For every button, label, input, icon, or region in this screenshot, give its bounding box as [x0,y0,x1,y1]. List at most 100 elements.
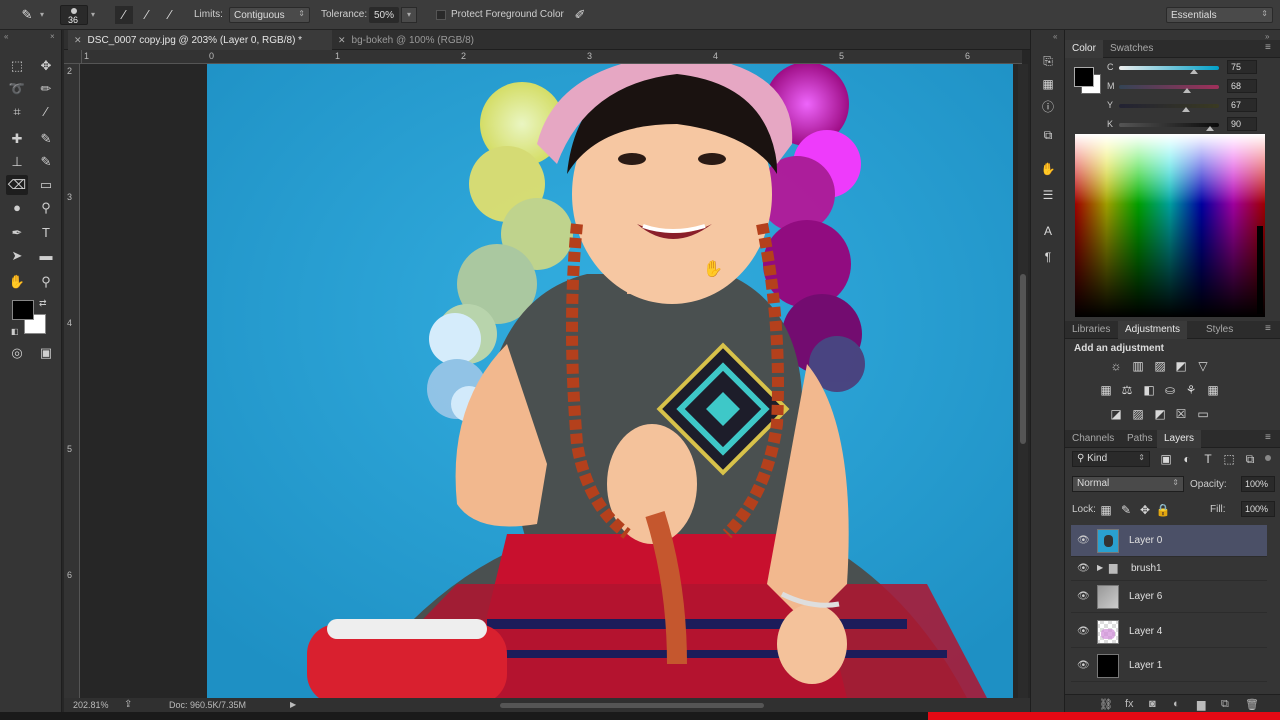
pressure-size-icon[interactable]: ✐ [571,6,589,24]
info-panel-icon[interactable]: ⓘ [1039,98,1057,116]
brush-preset-picker[interactable]: 36 [60,5,88,25]
horizontal-scrollbar-thumb[interactable] [500,703,764,708]
rectangle-tool-icon[interactable]: ▬ [35,246,57,266]
cyan-slider[interactable] [1119,66,1219,70]
visibility-eye-icon[interactable]: 👁 [1077,563,1090,574]
photo-filter-icon[interactable]: ⛀ [1161,381,1179,399]
filter-type-icon[interactable]: T [1199,450,1217,468]
brightness-contrast-icon[interactable]: ☼ [1107,357,1125,375]
layer-row-layer-1[interactable]: 👁 Layer 1 [1071,650,1267,682]
sampling-continuous-icon[interactable]: ⁄ [115,6,133,24]
panel-menu-icon[interactable]: ≡ [1265,323,1271,334]
filter-shape-icon[interactable]: ⬚ [1220,450,1238,468]
zoom-level[interactable]: 202.81% [73,700,109,710]
gradient-tool-icon[interactable]: ▭ [35,175,57,195]
gradient-map-icon[interactable]: ▭ [1194,405,1212,423]
black-slider[interactable] [1119,123,1219,127]
layer-row-brush1[interactable]: 👁 ▶ ▆ brush1 [1071,557,1267,581]
add-mask-icon[interactable]: ◙ [1149,698,1156,710]
tab-libraries[interactable]: Libraries [1065,321,1117,339]
magenta-slider-knob[interactable] [1183,88,1191,93]
posterize-icon[interactable]: ▨ [1129,405,1147,423]
tab-color[interactable]: Color [1065,40,1103,58]
quick-selection-tool-icon[interactable]: ✏ [35,79,57,99]
panel-foreground-swatch[interactable] [1074,67,1094,87]
close-tab-icon[interactable]: ✕ [74,35,82,45]
ruler-origin[interactable] [64,50,82,64]
tab-dsc-0007[interactable]: ✕ DSC_0007 copy.jpg @ 203% (Layer 0, RGB/… [68,30,332,50]
tab-styles[interactable]: Styles [1199,321,1240,339]
magenta-slider[interactable] [1119,85,1219,89]
export-icon[interactable]: ⇪ [124,699,132,710]
filter-toggle[interactable] [1265,455,1271,461]
tab-paths[interactable]: Paths [1120,430,1160,448]
vertical-scrollbar[interactable] [1018,64,1028,698]
layer-row-layer-6[interactable]: 👁 Layer 6 [1071,581,1267,613]
expand-panels-icon[interactable]: « [1053,32,1057,41]
new-group-icon[interactable]: ▆ [1197,698,1205,711]
tab-swatches[interactable]: Swatches [1103,40,1160,58]
brush-picker-arrow-icon[interactable]: ▾ [91,10,95,19]
pen-tool-icon[interactable]: ✒ [6,223,28,243]
marquee-tool-icon[interactable]: ⬚ [6,56,28,76]
exposure-icon[interactable]: ◩ [1172,357,1190,375]
filter-adjustment-icon[interactable]: ◐ [1178,450,1196,468]
visibility-eye-icon[interactable]: 👁 [1077,660,1090,671]
tab-adjustments[interactable]: Adjustments [1118,321,1188,339]
screen-mode-icon[interactable]: ▣ [35,343,57,363]
cyan-slider-knob[interactable] [1190,69,1198,74]
layer-row-layer-0[interactable]: 👁 Layer 0 [1071,525,1267,557]
curves-icon[interactable]: ▨ [1151,357,1169,375]
layer-row-layer-4[interactable]: 👁 Layer 4 [1071,616,1267,648]
threshold-icon[interactable]: ◩ [1151,405,1169,423]
layer-name[interactable]: Layer 1 [1129,660,1162,671]
brush-tool-icon[interactable]: ✎ [35,129,57,149]
character-panel-icon[interactable]: A [1039,222,1057,240]
black-value[interactable]: 90 [1227,117,1257,131]
color-lookup-icon[interactable]: ▦ [1204,381,1222,399]
lock-image-icon[interactable]: ✎ [1117,501,1135,519]
blend-mode-select[interactable]: Normal ⇕ [1072,476,1184,492]
color-balance-icon[interactable]: ⚖ [1118,381,1136,399]
cyan-value[interactable]: 75 [1227,60,1257,74]
magenta-value[interactable]: 68 [1227,79,1257,93]
yellow-slider[interactable] [1119,104,1219,108]
lasso-tool-icon[interactable]: ➰ [6,79,28,99]
filter-smart-object-icon[interactable]: ⧉ [1241,450,1259,468]
color-spectrum[interactable] [1075,134,1265,317]
lock-transparent-icon[interactable]: ▦ [1097,501,1115,519]
close-tab-icon[interactable]: ✕ [338,35,346,45]
tool-presets-panel-icon[interactable]: ☰ [1039,186,1057,204]
panel-menu-icon[interactable]: ≡ [1265,432,1271,443]
vertical-scrollbar-thumb[interactable] [1020,274,1026,444]
layer-filter-kind-select[interactable]: ⚲ Kind ⇕ [1072,451,1150,467]
crop-tool-icon[interactable]: ⌗ [6,102,28,122]
tool-preset-dropdown-icon[interactable]: ▾ [40,10,44,19]
tolerance-slider-arrow-icon[interactable]: ▾ [401,7,417,23]
sampling-background-swatch-icon[interactable]: ⁄ [161,6,179,24]
horizontal-ruler[interactable]: 1 0 1 2 3 4 5 6 [82,50,1022,64]
tolerance-input[interactable]: 50% [369,7,399,23]
tab-layers[interactable]: Layers [1157,430,1202,448]
selective-color-icon[interactable]: ☒ [1172,405,1190,423]
blur-tool-icon[interactable]: ● [6,198,28,218]
clone-stamp-tool-icon[interactable]: ⊥ [6,152,28,172]
channel-mixer-icon[interactable]: ⚘ [1182,381,1200,399]
sampling-once-icon[interactable]: ⁄ [138,6,156,24]
delete-layer-icon[interactable]: 🗑 [1245,698,1259,711]
path-selection-tool-icon[interactable]: ➤ [6,246,28,266]
move-tool-icon[interactable]: ✥ [35,56,57,76]
tab-bg-bokeh[interactable]: ✕ bg-bokeh @ 100% (RGB/8) [332,30,492,50]
hand-tool-icon[interactable]: ✋ [6,272,28,292]
vibrance-icon[interactable]: ▽ [1194,357,1212,375]
visibility-eye-icon[interactable]: 👁 [1077,535,1090,546]
lock-position-icon[interactable]: ✥ [1136,501,1154,519]
layer-name[interactable]: Layer 4 [1129,626,1162,637]
protect-fg-checkbox[interactable] [436,10,446,20]
layer-style-fx-icon[interactable]: fx [1125,698,1134,710]
invert-icon[interactable]: ◪ [1107,405,1125,423]
hue-saturation-icon[interactable]: ▦ [1097,381,1115,399]
default-colors-icon[interactable]: ◧ [11,327,19,336]
opacity-input[interactable]: 100% [1241,476,1275,492]
type-tool-icon[interactable]: T [35,223,57,243]
